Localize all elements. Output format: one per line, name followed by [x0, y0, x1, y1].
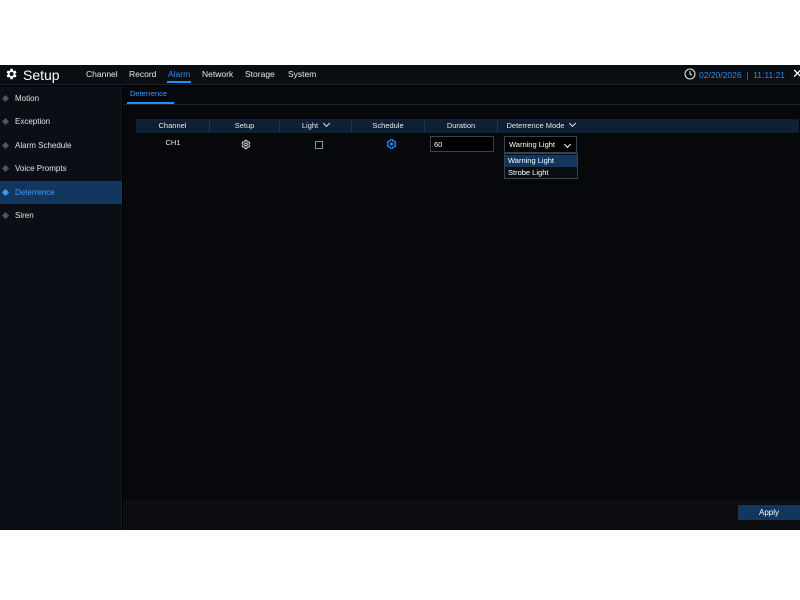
divider: [123, 104, 800, 105]
diamond-icon: [1, 164, 10, 173]
col-mode-label: Deterrence Mode: [506, 121, 565, 130]
light-checkbox[interactable]: [315, 141, 323, 149]
gear-icon[interactable]: [385, 138, 397, 150]
mode-dropdown: Warning Light Strobe Light: [504, 153, 578, 179]
col-light[interactable]: Light: [280, 119, 352, 133]
menu-alarm[interactable]: Alarm: [166, 68, 192, 83]
menu-storage[interactable]: Storage: [245, 68, 275, 80]
main-panel: Deterrence Channel Setup Light Schedule …: [123, 86, 800, 530]
diamond-icon: [1, 94, 10, 103]
sidebar-item-label: Motion: [15, 94, 40, 103]
setup-screen: Setup Channel Record Alarm Network Stora…: [0, 65, 800, 530]
menu-record[interactable]: Record: [129, 68, 156, 80]
menu-system[interactable]: System: [288, 68, 316, 80]
sidebar-item-siren[interactable]: Siren: [0, 204, 122, 227]
tab-deterrence[interactable]: Deterrence: [127, 89, 170, 99]
sidebar-item-label: Exception: [15, 117, 51, 126]
menu-channel[interactable]: Channel: [86, 68, 118, 80]
top-bar: Setup Channel Record Alarm Network Stora…: [0, 65, 800, 85]
sidebar-item-motion[interactable]: Motion: [0, 87, 122, 110]
chevron-down-icon: [569, 119, 577, 128]
page-title: Setup: [23, 67, 60, 83]
gear-icon[interactable]: [240, 139, 251, 150]
sidebar-item-label: Alarm Schedule: [15, 141, 72, 150]
deterrence-mode-select[interactable]: Warning Light: [504, 136, 577, 153]
option-strobe-light[interactable]: Strobe Light: [505, 167, 577, 179]
table-header: Channel Setup Light Schedule Duration De…: [136, 119, 799, 133]
sidebar-item-label: Deterrence: [15, 188, 55, 197]
date-text: 02/20/2026: [699, 70, 742, 80]
close-icon[interactable]: ✕: [792, 66, 800, 82]
mode-select-value: Warning Light: [509, 140, 555, 149]
sidebar-item-deterrence[interactable]: Deterrence: [0, 181, 122, 204]
col-deterrence-mode[interactable]: Deterrence Mode: [498, 119, 584, 133]
datetime: 02/20/2026 | 11:11:21: [699, 70, 786, 80]
duration-input[interactable]: [430, 136, 494, 152]
sidebar-item-exception[interactable]: Exception: [0, 110, 122, 133]
diamond-icon: [1, 211, 10, 220]
time-text: 11:11:21: [753, 70, 786, 80]
sidebar-item-alarm-schedule[interactable]: Alarm Schedule: [0, 134, 122, 157]
sidebar-item-label: Siren: [15, 211, 34, 220]
bottom-bar: Apply: [123, 500, 800, 530]
chevron-down-icon: [323, 119, 331, 128]
chevron-down-icon: [563, 140, 572, 149]
col-light-label: Light: [301, 121, 319, 130]
diamond-icon: [1, 188, 10, 197]
col-setup: Setup: [210, 119, 280, 133]
option-warning-light[interactable]: Warning Light: [505, 155, 577, 167]
diamond-icon: [1, 117, 10, 126]
col-channel: Channel: [136, 119, 210, 133]
menu-network[interactable]: Network: [202, 68, 233, 80]
col-schedule: Schedule: [352, 119, 425, 133]
diamond-icon: [1, 141, 10, 150]
gear-icon: [6, 68, 17, 80]
sidebar: Motion Exception Alarm Schedule Voice Pr…: [0, 86, 122, 530]
clock-icon: [684, 68, 696, 80]
apply-button[interactable]: Apply: [738, 505, 800, 520]
sidebar-item-voice-prompts[interactable]: Voice Prompts: [0, 157, 122, 180]
col-duration: Duration: [425, 119, 498, 133]
sidebar-item-label: Voice Prompts: [15, 164, 67, 173]
channel-cell: CH1: [165, 138, 181, 147]
